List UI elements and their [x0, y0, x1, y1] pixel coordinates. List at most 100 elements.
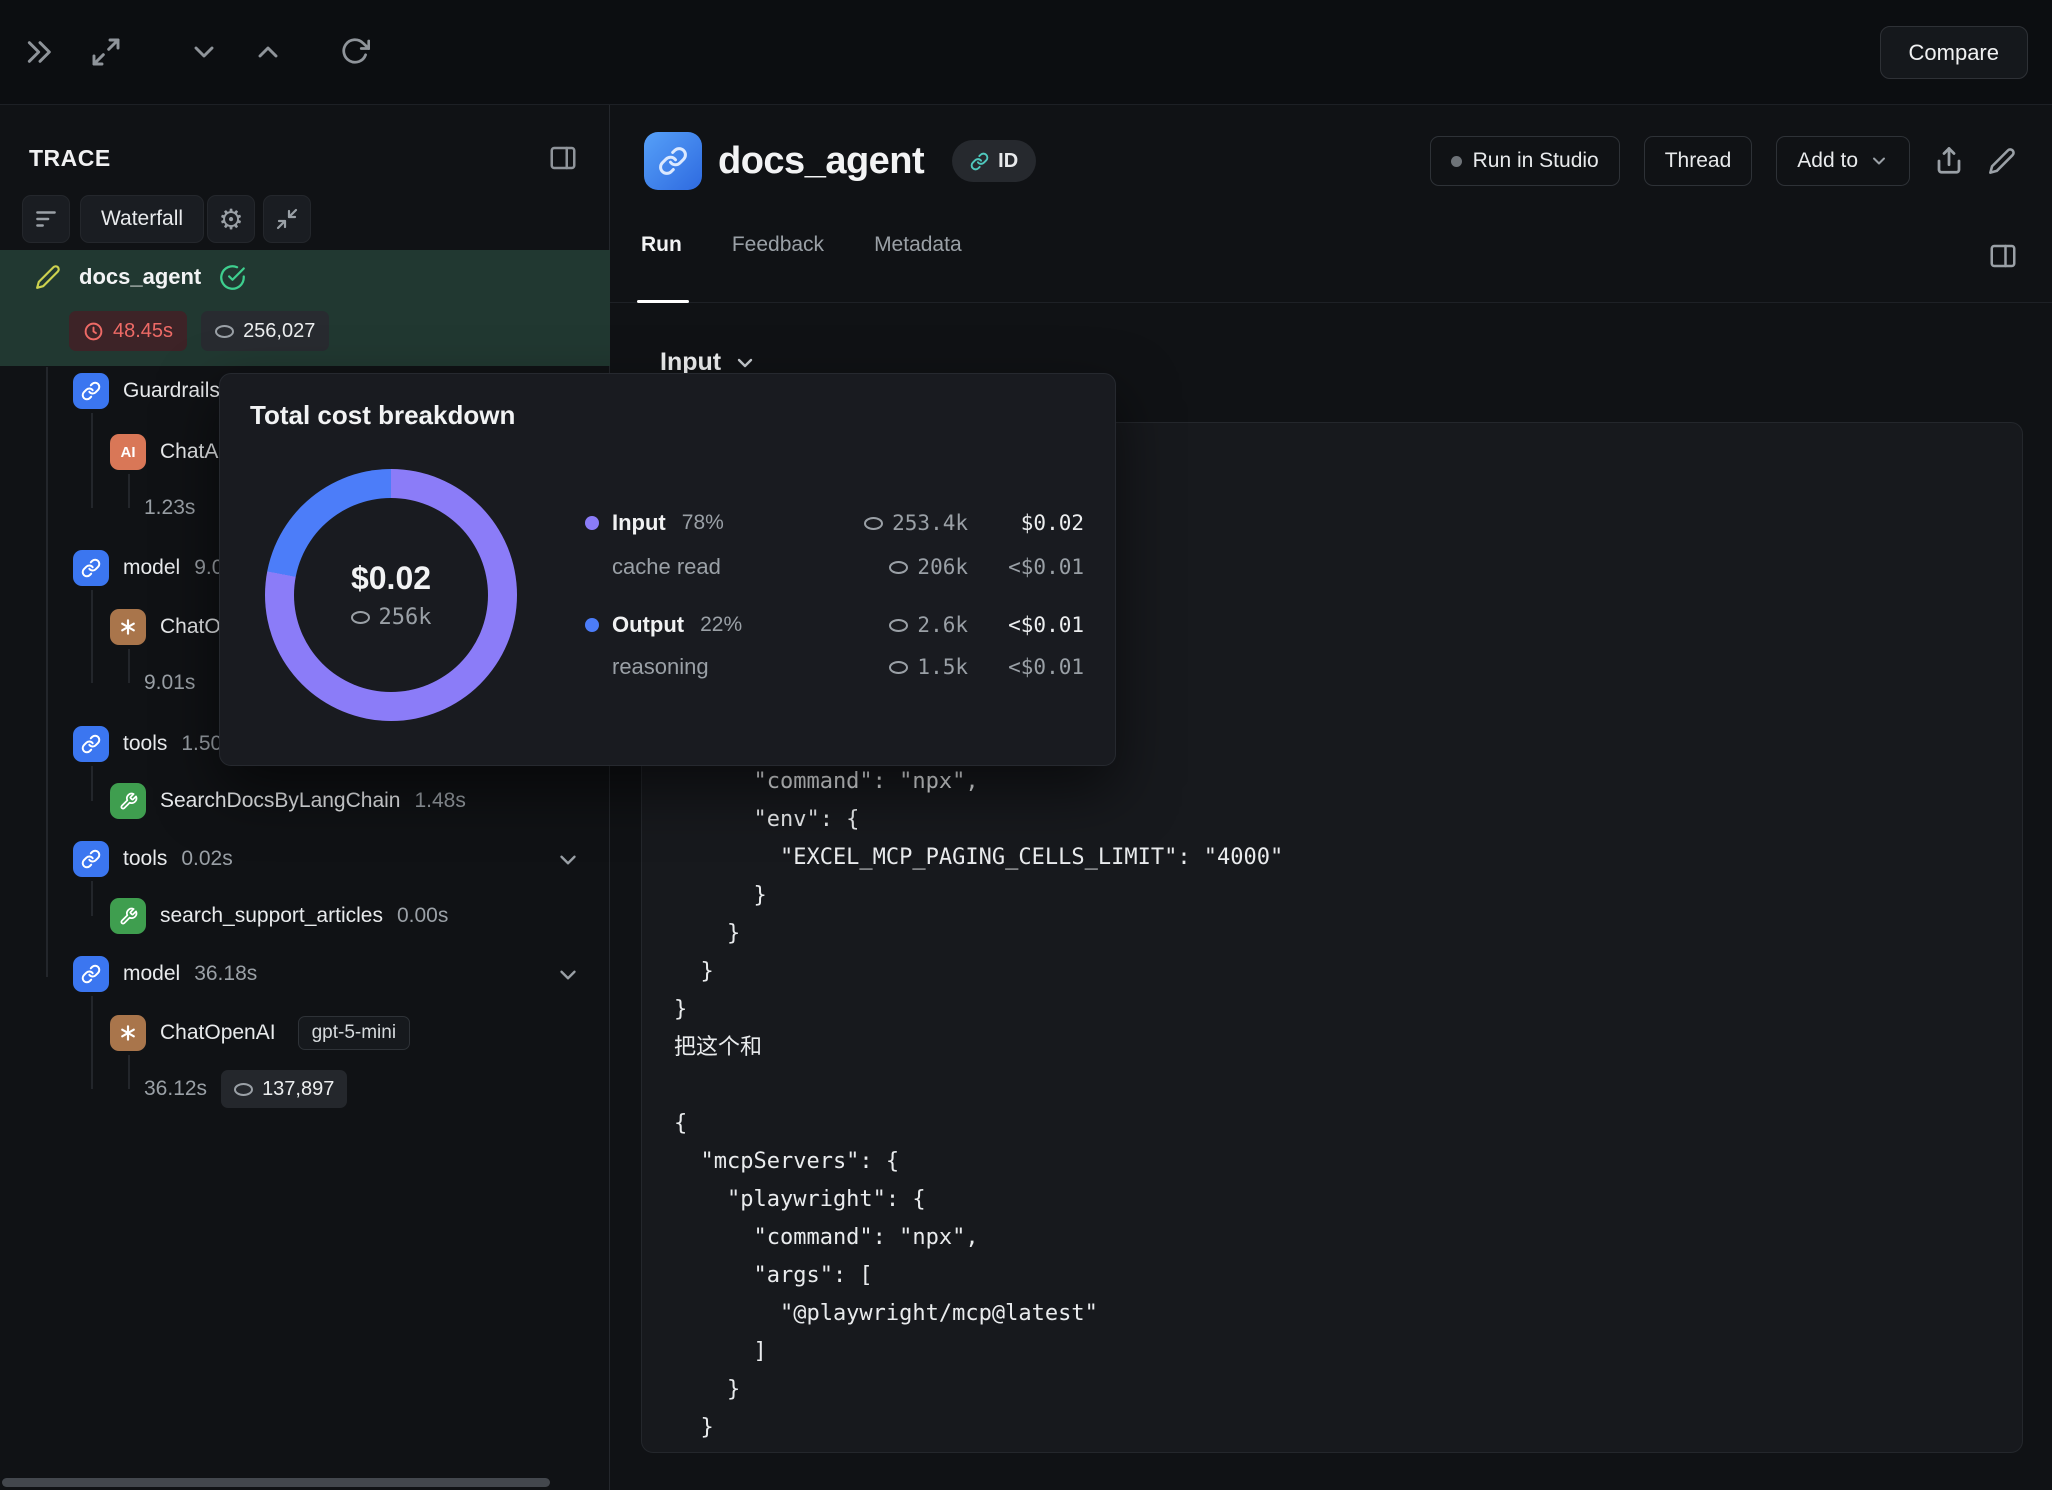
trace-row-searchsupport[interactable]: search_support_articles 0.00s [110, 894, 448, 938]
tokens-badge[interactable]: 256,027 [201, 311, 329, 351]
chevron-down-icon[interactable] [555, 962, 581, 988]
trace-row-label: SearchDocsByLangChain [160, 789, 400, 813]
duration-badge[interactable]: 48.45s [69, 311, 187, 351]
trace-row-label: model [123, 962, 180, 986]
model-name-badge: gpt-5-mini [298, 1016, 410, 1050]
total-tokens-value: 256k [379, 605, 432, 630]
legend-tokens: 1.5k [917, 655, 968, 679]
compare-button[interactable]: Compare [1880, 26, 2028, 79]
token-coin-icon [215, 325, 234, 338]
input-dot-icon [585, 516, 599, 530]
chevron-up-icon[interactable] [252, 36, 284, 68]
collapse-all-icon[interactable] [263, 195, 311, 243]
wrench-tool-icon [110, 783, 146, 819]
fullscreen-icon[interactable] [90, 36, 122, 68]
duration-value: 1.23s [144, 496, 195, 520]
tokens-badge[interactable]: 137,897 [221, 1070, 347, 1108]
trace-row-stats: 36.12s 137,897 [144, 1067, 347, 1111]
tree-guide-line [91, 996, 93, 1089]
donut-center: $0.02 256k [294, 498, 488, 692]
chevron-down-icon[interactable] [188, 36, 220, 68]
trace-row-guardrails[interactable]: Guardrails [73, 369, 220, 413]
legend-tokens: 253.4k [892, 511, 968, 535]
run-id-badge[interactable]: ID [952, 140, 1036, 182]
page-title: docs_agent [718, 140, 924, 183]
run-chain-icon [644, 132, 702, 190]
chevron-down-icon [1869, 151, 1889, 171]
edit-pencil-icon[interactable] [1988, 147, 2016, 175]
horizontal-scrollbar[interactable] [2, 1478, 550, 1487]
token-coin-icon [889, 619, 908, 632]
duration-value: 9.01s [144, 671, 195, 695]
trace-row-model2[interactable]: model 36.18s [73, 952, 257, 996]
trace-row-model[interactable]: model 9.0 [73, 546, 223, 590]
chevron-down-icon[interactable] [555, 847, 581, 873]
tree-guide-line [128, 649, 130, 683]
gear-icon[interactable]: ⚙ [207, 195, 255, 243]
tab-run[interactable]: Run [641, 233, 682, 275]
total-tokens: 256k [351, 605, 432, 630]
duration-value: 1.50 [181, 732, 222, 756]
chain-icon [73, 550, 109, 586]
tree-guide-line [91, 881, 93, 916]
trace-row-duration: 1.23s [144, 486, 195, 530]
tree-guide-line [91, 590, 93, 683]
trace-row-label: tools [123, 847, 167, 871]
openai-icon [110, 609, 146, 645]
expand-panel-icon[interactable] [24, 36, 56, 68]
tokens-value: 256,027 [243, 320, 315, 343]
trace-root-label: docs_agent [79, 264, 201, 290]
trace-row-searchdocs[interactable]: SearchDocsByLangChain 1.48s [110, 779, 466, 823]
share-upload-icon[interactable] [1934, 146, 1964, 176]
id-label: ID [998, 150, 1018, 173]
sidebar-panel-toggle-icon[interactable] [548, 143, 578, 173]
legend-cost: <$0.01 [968, 613, 1084, 637]
legend-cost: <$0.01 [968, 655, 1084, 679]
run-in-studio-button[interactable]: Run in Studio [1430, 136, 1620, 186]
trace-sidebar: TRACE Waterfall ⚙ docs_agent 48.45s 256,… [0, 105, 610, 1490]
trace-row-tools2[interactable]: tools 0.02s [73, 837, 233, 881]
legend-pct: 22% [700, 613, 742, 637]
success-check-icon [219, 264, 246, 291]
tree-guide-line [91, 766, 93, 801]
legend-tokens: 2.6k [917, 613, 968, 637]
active-tab-underline [637, 300, 689, 303]
trace-row-duration: 9.01s [144, 661, 195, 705]
duration-value: 1.48s [414, 789, 465, 813]
trace-row-chatopenai[interactable]: ChatOp [110, 605, 232, 649]
trace-row-label: ChatOpenAI [160, 1021, 276, 1045]
run-in-studio-label: Run in Studio [1473, 149, 1599, 173]
split-view-icon[interactable] [1988, 241, 2018, 271]
run-actions: Run in Studio Thread Add to [1430, 136, 2016, 186]
total-cost-value: $0.02 [351, 560, 431, 597]
tab-metadata[interactable]: Metadata [874, 233, 962, 275]
token-coin-icon [234, 1083, 253, 1096]
run-detail-panel: docs_agent ID Run in Studio Thread Add t… [610, 105, 2052, 1490]
clock-icon [83, 321, 104, 342]
refresh-icon[interactable] [340, 36, 370, 66]
trace-root-row[interactable]: docs_agent [35, 255, 246, 299]
chain-icon [73, 956, 109, 992]
legend-row-cache-read: cache read 206k <$0.01 [585, 545, 1084, 589]
legend-tokens: 206k [917, 555, 968, 579]
trace-row-tools[interactable]: tools 1.50 [73, 722, 222, 766]
tree-guide-line [128, 1055, 130, 1089]
add-to-button[interactable]: Add to [1776, 136, 1910, 186]
filter-icon[interactable] [22, 195, 70, 243]
trace-row-chatanthropic[interactable]: AI ChatAn [110, 430, 230, 474]
run-tabs: Run Feedback Metadata [641, 233, 962, 275]
chain-icon [73, 841, 109, 877]
chevron-down-icon [733, 351, 757, 375]
trace-row-chatopenai2[interactable]: ChatOpenAI gpt-5-mini [110, 1011, 410, 1055]
legend-label: cache read [612, 554, 721, 580]
legend-cost: $0.02 [968, 511, 1084, 535]
thread-button[interactable]: Thread [1644, 136, 1753, 186]
legend-row-input: Input 78% 253.4k $0.02 [585, 501, 1084, 545]
duration-value: 0.02s [181, 847, 232, 871]
chain-icon [73, 373, 109, 409]
view-mode-selector[interactable]: Waterfall [80, 195, 204, 243]
trace-row-label: model [123, 556, 180, 580]
pencil-agent-icon [35, 264, 61, 290]
tab-feedback[interactable]: Feedback [732, 233, 824, 275]
top-toolbar: Compare [0, 0, 2052, 105]
